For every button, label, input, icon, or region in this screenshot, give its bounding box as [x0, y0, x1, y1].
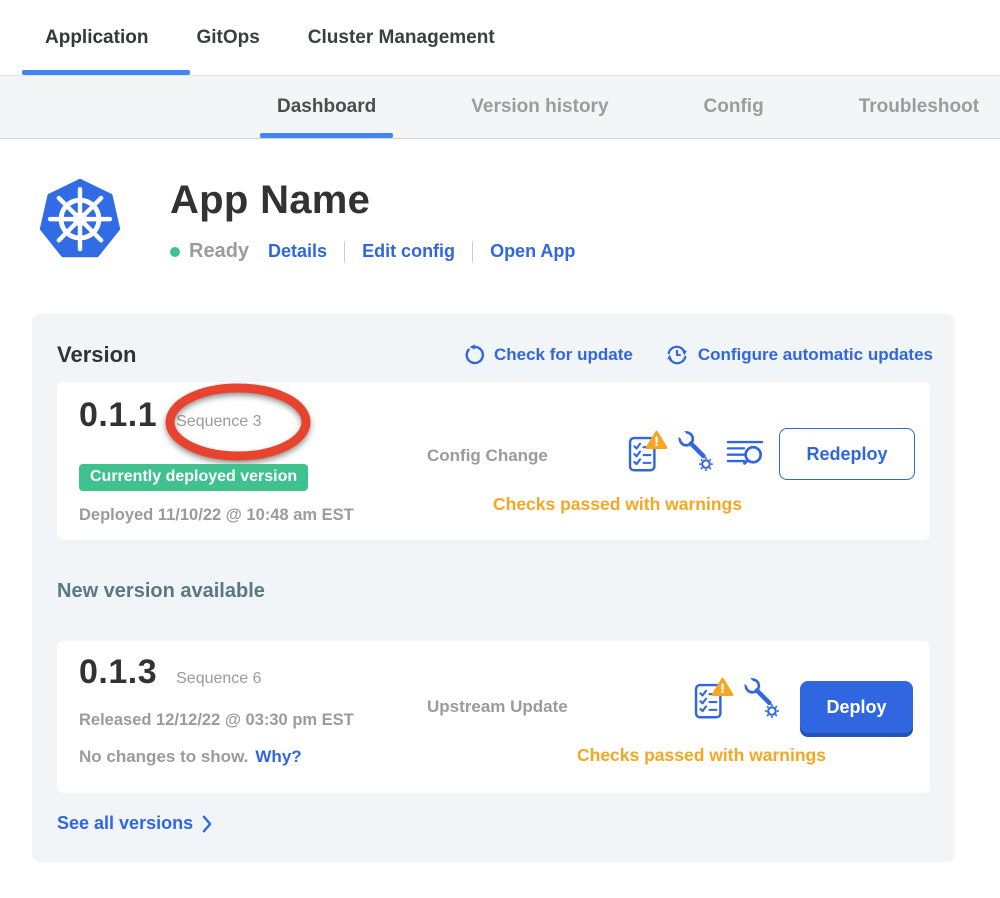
current-sequence-label: Sequence 3 [176, 413, 261, 431]
version-panel: Version Check for update Configure autom… [32, 314, 955, 862]
auto-update-clock-icon [665, 343, 689, 367]
open-app-link[interactable]: Open App [490, 241, 575, 262]
deployed-timestamp: Deployed 11/10/22 @ 10:48 am EST [79, 506, 354, 525]
page-title: App Name [170, 178, 575, 223]
preflight-checks-icon[interactable] [627, 430, 667, 474]
primary-nav: Application GitOps Cluster Management [0, 0, 1000, 75]
released-timestamp: Released 12/12/22 @ 03:30 pm EST [79, 711, 354, 730]
tab-dashboard[interactable]: Dashboard [277, 76, 376, 138]
tab-version-history[interactable]: Version history [471, 76, 608, 138]
checks-status-link[interactable]: Checks passed with warnings [493, 494, 742, 515]
see-all-versions-label: See all versions [57, 813, 193, 834]
change-source-label: Config Change [427, 446, 548, 466]
available-version-card: 0.1.3 Sequence 6 Released 12/12/22 @ 03:… [57, 641, 930, 793]
current-version-card: 0.1.1 Sequence 3 Currently deployed vers… [57, 382, 930, 540]
active-nav-underline [22, 70, 190, 75]
divider [344, 241, 345, 263]
app-status-row: Ready Details Edit config Open App [170, 240, 575, 263]
checks-status-link[interactable]: Checks passed with warnings [577, 745, 826, 766]
check-for-update-label: Check for update [494, 345, 633, 365]
see-all-versions-link[interactable]: See all versions [57, 813, 213, 834]
nav-item-application[interactable]: Application [45, 27, 148, 49]
kubernetes-logo [36, 176, 124, 264]
nav-item-cluster-management[interactable]: Cluster Management [308, 27, 495, 49]
tab-config[interactable]: Config [704, 76, 764, 138]
ready-status-dot [170, 247, 180, 257]
details-link[interactable]: Details [268, 241, 327, 262]
tab-troubleshoot[interactable]: Troubleshoot [859, 76, 979, 138]
configure-automatic-updates-link[interactable]: Configure automatic updates [665, 343, 933, 367]
app-header: App Name Ready Details Edit config Open … [36, 176, 1000, 264]
configure-automatic-updates-label: Configure automatic updates [698, 345, 933, 365]
refresh-icon [463, 344, 485, 366]
divider [472, 241, 473, 263]
view-diff-icon[interactable] [725, 433, 765, 471]
chevron-right-icon [202, 815, 213, 833]
new-version-heading: New version available [57, 580, 955, 603]
current-version-number: 0.1.1 [79, 396, 157, 435]
change-source-label: Upstream Update [427, 697, 568, 717]
edit-config-link[interactable]: Edit config [362, 241, 455, 262]
ready-status-label: Ready [189, 240, 249, 263]
check-for-update-link[interactable]: Check for update [463, 344, 633, 366]
redeploy-button[interactable]: Redeploy [779, 428, 915, 480]
app-tab-bar: Dashboard Version history Config Trouble… [0, 75, 1000, 139]
version-section-title: Version [57, 342, 136, 368]
currently-deployed-badge: Currently deployed version [79, 464, 308, 491]
deploy-button[interactable]: Deploy [800, 681, 913, 733]
why-link[interactable]: Why? [255, 747, 301, 767]
preflight-checks-icon[interactable] [693, 677, 733, 721]
available-version-number: 0.1.3 [79, 653, 157, 692]
available-sequence-label: Sequence 6 [176, 670, 261, 688]
edit-config-wrench-icon[interactable] [677, 431, 715, 473]
no-changes-label: No changes to show. [79, 747, 248, 767]
nav-item-gitops[interactable]: GitOps [196, 27, 259, 49]
edit-config-wrench-icon[interactable] [743, 678, 781, 720]
